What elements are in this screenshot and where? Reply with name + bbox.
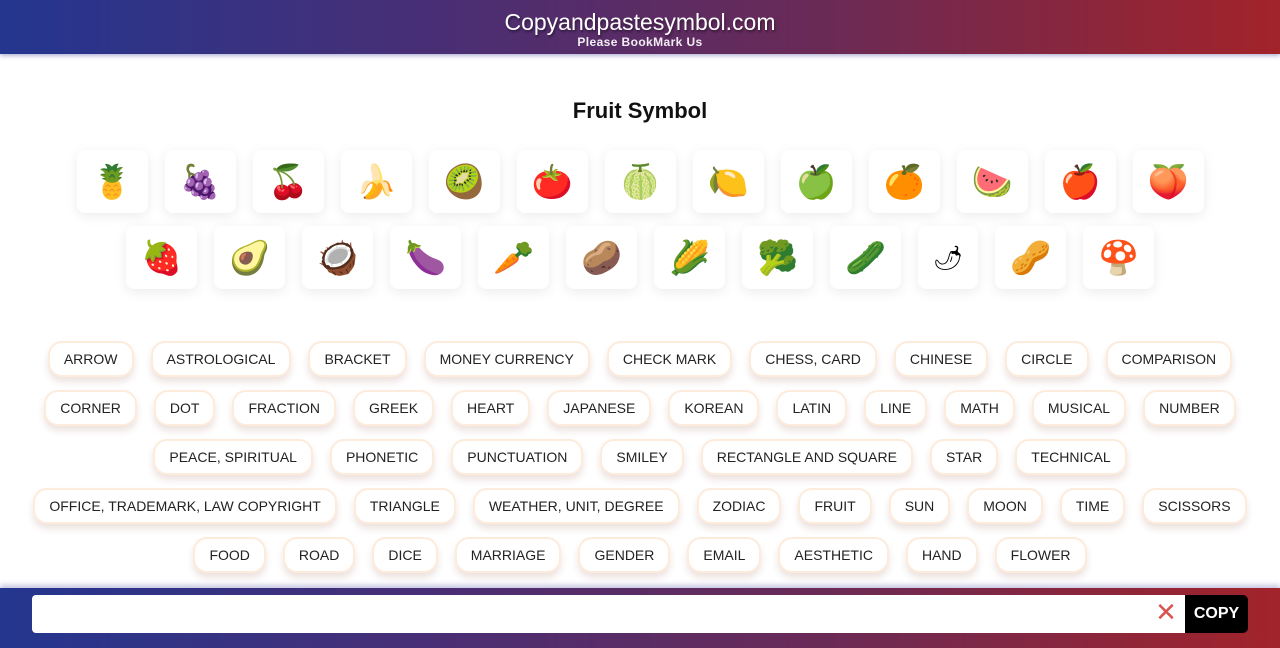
copy-bar: ✕ COPY xyxy=(0,588,1280,648)
symbol-card-peanuts[interactable]: 🥜 xyxy=(995,226,1066,289)
site-subtitle: Please BookMark Us xyxy=(577,35,703,49)
category-tag-smiley[interactable]: SMILEY xyxy=(600,439,684,475)
symbol-grid: 🍍 🍇 🍒 🍌 🥝 🍅 🍈 🍋 🍏 🍊 🍉 🍎 🍑 🍓 🥑 🥥 🍆 🥕 🥔 🌽 🥦 🥒 🌶 🥜 🍄 xyxy=(0,150,1280,302)
category-tag-dice[interactable]: DICE xyxy=(372,537,438,573)
symbol-card-hot-pepper[interactable]: 🌶 xyxy=(918,226,978,289)
category-tag-phonetic[interactable]: PHONETIC xyxy=(329,439,435,475)
category-tag-fruit[interactable]: FRUIT xyxy=(798,488,872,524)
category-tag-star[interactable]: STAR xyxy=(929,439,999,475)
category-tag-flower[interactable]: FLOWER xyxy=(994,537,1087,573)
category-tag-technical[interactable]: TECHNICAL xyxy=(1015,439,1127,475)
copy-button[interactable]: COPY xyxy=(1185,595,1248,633)
category-tag-rectangle-and-square[interactable]: RECTANGLE AND SQUARE xyxy=(700,439,913,475)
category-tag-moon[interactable]: MOON xyxy=(967,488,1043,524)
category-tag-number[interactable]: NUMBER xyxy=(1143,390,1236,426)
symbol-card-potato[interactable]: 🥔 xyxy=(566,226,637,289)
symbol-card-melon[interactable]: 🍈 xyxy=(604,150,676,213)
category-tag-line[interactable]: LINE xyxy=(864,390,928,426)
category-tag-money-currency[interactable]: MONEY CURRENCY xyxy=(423,341,590,377)
category-tag-marriage[interactable]: MARRIAGE xyxy=(454,537,562,573)
category-tag-fraction[interactable]: FRACTION xyxy=(232,390,337,426)
symbol-card-avocado[interactable]: 🥑 xyxy=(214,226,285,289)
category-tag-peace-spiritual[interactable]: PEACE, SPIRITUAL xyxy=(153,439,313,475)
symbol-row: 🍓 🥑 🥥 🍆 🥕 🥔 🌽 🥦 🥒 🌶 🥜 🍄 xyxy=(0,226,1280,289)
category-tag-astrological[interactable]: ASTROLOGICAL xyxy=(150,341,292,377)
category-tag-greek[interactable]: GREEK xyxy=(353,390,435,426)
category-tag-heart[interactable]: HEART xyxy=(451,390,531,426)
symbol-card-tangerine[interactable]: 🍊 xyxy=(868,150,940,213)
category-tag-corner[interactable]: CORNER xyxy=(44,390,137,426)
copy-input[interactable] xyxy=(32,595,1188,633)
category-tag-latin[interactable]: LATIN xyxy=(776,390,848,426)
category-tag-zodiac[interactable]: ZODIAC xyxy=(696,488,782,524)
category-tag-food[interactable]: FOOD xyxy=(193,537,266,573)
category-tag-gender[interactable]: GENDER xyxy=(578,537,671,573)
symbol-card-carrot[interactable]: 🥕 xyxy=(478,226,549,289)
symbol-card-banana[interactable]: 🍌 xyxy=(340,150,412,213)
symbol-card-green-apple[interactable]: 🍏 xyxy=(780,150,852,213)
category-tag-japanese[interactable]: JAPANESE xyxy=(547,390,652,426)
category-tag-check-mark[interactable]: CHECK MARK xyxy=(606,341,733,377)
symbol-card-lemon[interactable]: 🍋 xyxy=(692,150,764,213)
category-tag-comparison[interactable]: COMPARISON xyxy=(1105,341,1233,377)
category-tag-scissors[interactable]: SCISSORS xyxy=(1142,488,1247,524)
symbol-card-eggplant[interactable]: 🍆 xyxy=(390,226,461,289)
category-tag-sun[interactable]: SUN xyxy=(888,488,951,524)
symbol-card-cucumber[interactable]: 🥒 xyxy=(830,226,901,289)
category-tag-korean[interactable]: KOREAN xyxy=(668,390,760,426)
site-title[interactable]: Copyandpastesymbol.com xyxy=(0,0,1280,35)
category-tag-road[interactable]: ROAD xyxy=(282,537,356,573)
symbol-card-mushroom[interactable]: 🍄 xyxy=(1083,226,1154,289)
category-tag-office-trademark-law-copyright[interactable]: OFFICE, TRADEMARK, LAW COPYRIGHT xyxy=(33,488,337,524)
category-tag-time[interactable]: TIME xyxy=(1059,488,1126,524)
symbol-card-coconut[interactable]: 🥥 xyxy=(302,226,373,289)
symbol-card-broccoli[interactable]: 🥦 xyxy=(742,226,813,289)
symbol-card-watermelon[interactable]: 🍉 xyxy=(956,150,1028,213)
symbol-card-tomato[interactable]: 🍅 xyxy=(516,150,588,213)
symbol-card-red-apple[interactable]: 🍎 xyxy=(1044,150,1116,213)
category-tag-punctuation[interactable]: PUNCTUATION xyxy=(451,439,584,475)
category-tag-triangle[interactable]: TRIANGLE xyxy=(353,488,456,524)
symbol-card-grapes[interactable]: 🍇 xyxy=(164,150,236,213)
symbol-card-strawberry[interactable]: 🍓 xyxy=(126,226,197,289)
category-tag-math[interactable]: MATH xyxy=(944,390,1015,426)
category-tag-bracket[interactable]: BRACKET xyxy=(308,341,407,377)
page-title: Fruit Symbol xyxy=(572,98,708,123)
symbol-card-pineapple[interactable]: 🍍 xyxy=(76,150,148,213)
symbol-card-cherries[interactable]: 🍒 xyxy=(252,150,324,213)
category-tag-hand[interactable]: HAND xyxy=(905,537,978,573)
category-tag-chinese[interactable]: CHINESE xyxy=(893,341,989,377)
category-tag-chess-card[interactable]: CHESS, CARD xyxy=(749,341,877,377)
symbol-card-kiwi[interactable]: 🥝 xyxy=(428,150,500,213)
site-header: Copyandpastesymbol.com Please BookMark U… xyxy=(0,0,1280,54)
category-tag-circle[interactable]: CIRCLE xyxy=(1005,341,1089,377)
category-tag-aesthetic[interactable]: AESTHETIC xyxy=(778,537,889,573)
category-tag-dot[interactable]: DOT xyxy=(153,390,216,426)
category-tag-arrow[interactable]: ARROW xyxy=(47,341,134,377)
symbol-row: 🍍 🍇 🍒 🍌 🥝 🍅 🍈 🍋 🍏 🍊 🍉 🍎 🍑 xyxy=(0,150,1280,213)
category-tags: ARROW ASTROLOGICAL BRACKET MONEY CURRENCY CH… xyxy=(30,341,1250,573)
close-icon[interactable]: ✕ xyxy=(1154,600,1178,628)
symbol-card-peach[interactable]: 🍑 xyxy=(1132,150,1204,213)
symbol-card-corn[interactable]: 🌽 xyxy=(654,226,725,289)
category-tag-musical[interactable]: MUSICAL xyxy=(1031,390,1127,426)
category-tag-weather-unit-degree[interactable]: WEATHER, UNIT, DEGREE xyxy=(472,488,680,524)
category-tag-email[interactable]: EMAIL xyxy=(687,537,762,573)
